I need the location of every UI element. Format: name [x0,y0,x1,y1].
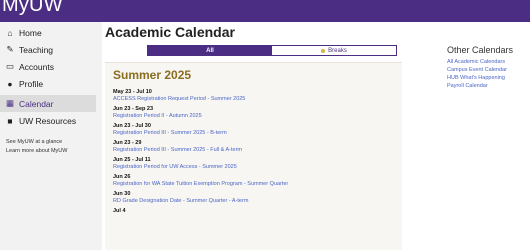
event-link[interactable]: ACCESS Registration Request Period - Sum… [113,96,398,106]
event-item: Jul 4 [113,208,398,225]
event-item: May 23 - Jul 10 ACCESS Registration Requ… [113,89,398,106]
sidebar-item-label: UW Resources [19,115,77,126]
breaks-dot-icon [321,48,326,53]
other-calendars-title: Other Calendars [447,45,514,55]
sidebar-item-label: Teaching [19,44,54,55]
event-link[interactable]: Registration Period III - Summer 2025 - … [113,130,398,140]
home-icon: ⌂ [7,27,13,38]
glance-link[interactable]: See MyUW at a glance [6,139,62,145]
sidebar-item-label: Profile [19,78,44,89]
sidebar-item-label: Home [19,27,42,38]
brand-logo[interactable]: MyUW [2,0,63,17]
event-item: Jun 23 - Jul 30 Registration Period III … [113,123,398,140]
event-link[interactable] [113,215,398,225]
event-item: Jun 25 - Jul 11 Registration Period for … [113,157,398,174]
event-link[interactable]: RD Grade Designation Date - Summer Quart… [113,198,398,208]
event-date: Jun 25 - Jul 11 [113,157,151,163]
event-date: May 23 - Jul 10 [113,89,152,95]
page-title: Academic Calendar [105,24,235,40]
event-date: Jun 26 [113,174,131,180]
sidebar-item-teaching[interactable]: ✎ Teaching [0,41,96,58]
calendar-icon: ▦ [5,98,15,108]
top-bar: MyUW [0,0,530,22]
all-academic-calendars-link[interactable]: All Academic Calendars [447,58,530,66]
edit-icon: ✎ [6,44,14,54]
calendar-filter-tabs: All Breaks [147,45,397,56]
event-date: Jun 23 - 29 [113,140,142,146]
user-icon: ● [7,78,13,89]
sidebar-item-label: Calendar [19,98,54,109]
sidebar-item-calendar[interactable]: ▦ Calendar [0,95,96,112]
sidebar-item-home[interactable]: ⌂ Home [0,24,96,41]
other-calendars: Other Calendars All Academic Calendars C… [447,45,530,90]
event-list: May 23 - Jul 10 ACCESS Registration Requ… [113,89,398,225]
event-item: Jun 23 - Sep 23 Registration Period II -… [113,106,398,123]
sidebar-item-label: Accounts [19,61,54,72]
event-date: Jul 4 [113,208,126,214]
learn-more-link[interactable]: Learn more about MyUW [6,148,67,154]
event-date: Jun 23 - Jul 30 [113,123,151,129]
event-date: Jun 30 [113,191,131,197]
event-item: Jun 23 - 29 Registration Period III - Su… [113,140,398,157]
event-link[interactable]: Registration Period for UW Access - Summ… [113,164,398,174]
payroll-calendar-link[interactable]: Payroll Calendar [447,82,530,90]
campus-event-calendar-link[interactable]: Campus Event Calendar [447,66,530,74]
tab-breaks[interactable]: Breaks [272,46,396,55]
event-item: Jun 30 RD Grade Designation Date - Summe… [113,191,398,208]
bookmark-icon: ■ [7,115,13,126]
sidebar-item-accounts[interactable]: ▭ Accounts [0,58,96,75]
tab-label: Breaks [328,47,347,54]
event-link[interactable]: Registration Period III - Summer 2025 - … [113,147,398,157]
tab-all[interactable]: All [148,46,272,55]
sidebar-item-profile[interactable]: ● Profile [0,75,96,92]
hub-whats-happening-link[interactable]: HUB What's Happening [447,74,530,82]
event-date: Jun 23 - Sep 23 [113,106,154,112]
event-link[interactable]: Registration for WA State Tuition Exempt… [113,181,398,191]
event-item: Jun 26 Registration for WA State Tuition… [113,174,398,191]
wallet-icon: ▭ [5,61,15,71]
sidebar: ⌂ Home ✎ Teaching ▭ Accounts ● Profile ▦… [0,22,102,250]
event-link[interactable]: Registration Period II - Autumn 2025 [113,113,398,123]
calendar-panel: Summer 2025 May 23 - Jul 10 ACCESS Regis… [105,62,402,250]
tab-label: All [206,47,214,54]
sidebar-item-uw-resources[interactable]: ■ UW Resources [0,112,96,129]
season-title: Summer 2025 [113,68,192,82]
